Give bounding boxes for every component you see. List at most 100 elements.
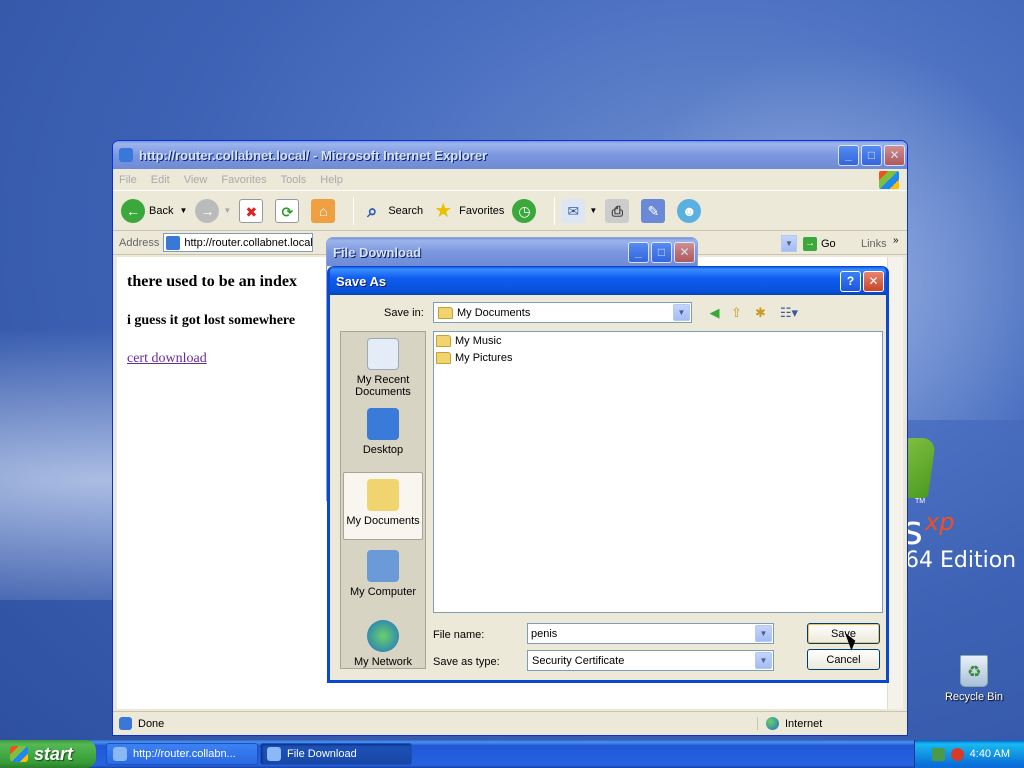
search-button[interactable]: ⌕ Search — [360, 199, 423, 223]
file-list[interactable]: My Music My Pictures — [433, 331, 883, 613]
network-icon[interactable] — [931, 747, 945, 761]
save-in-dropdown[interactable]: My Documents ▼ — [433, 302, 692, 323]
menu-tools[interactable]: Tools — [281, 174, 307, 186]
start-label: start — [34, 743, 74, 764]
messenger-icon: ☻ — [677, 198, 702, 223]
save-as-type-dropdown[interactable]: Security Certificate ▼ — [527, 650, 774, 671]
stop-icon: ✖ — [239, 198, 264, 223]
print-button[interactable]: ⎙ — [605, 198, 633, 223]
list-item[interactable]: My Pictures — [436, 352, 512, 364]
save-as-title: Save As — [336, 273, 387, 289]
recycle-bin-label: Recycle Bin — [944, 691, 1004, 703]
maximize-button[interactable]: □ — [861, 144, 882, 166]
address-dropdown-icon[interactable]: ▼ — [781, 235, 797, 252]
forward-dropdown-icon: ▼ — [223, 206, 232, 215]
file-name-label: File name: — [433, 629, 485, 641]
favorites-button[interactable]: ★ Favorites — [431, 199, 504, 223]
start-button[interactable]: start — [0, 740, 96, 768]
go-label: Go — [821, 238, 836, 250]
taskbar-item-file-download[interactable]: File Download — [260, 743, 412, 765]
edit-button[interactable]: ✎ — [641, 198, 669, 223]
list-item[interactable]: My Music — [436, 335, 501, 347]
back-dropdown-icon[interactable]: ▼ — [179, 206, 187, 215]
menu-help[interactable]: Help — [320, 174, 343, 186]
star-icon: ★ — [434, 199, 453, 222]
place-label: My Computer — [349, 586, 417, 598]
place-recent[interactable]: My Recent Documents — [343, 338, 423, 398]
places-bar: My Recent Documents Desktop My Documents… — [340, 331, 426, 669]
maximize-button[interactable]: □ — [651, 241, 672, 263]
page-heading: there used to be an index — [127, 273, 297, 290]
menu-favorites[interactable]: Favorites — [221, 174, 266, 186]
printer-icon: ⎙ — [605, 198, 630, 223]
file-download-titlebar[interactable]: File Download _ □ ✕ — [327, 238, 697, 266]
cancel-button[interactable]: Cancel — [807, 649, 880, 670]
cert-download-link[interactable]: cert download — [127, 351, 207, 367]
close-button[interactable]: ✕ — [884, 144, 905, 166]
ie-icon — [119, 148, 133, 162]
mail-icon: ✉ — [561, 198, 586, 223]
links-label[interactable]: Links — [861, 238, 887, 250]
forward-button[interactable]: → ▼ — [195, 198, 232, 223]
save-in-label: Save in: — [384, 307, 424, 319]
menu-file[interactable]: File — [119, 174, 137, 186]
search-icon: ⌕ — [367, 200, 378, 221]
chevron-down-icon: ▼ — [755, 652, 772, 669]
taskbar-item-ie[interactable]: http://router.collabn... — [106, 743, 258, 765]
ie-titlebar[interactable]: http://router.collabnet.local/ - Microso… — [113, 141, 907, 169]
security-shield-icon[interactable] — [950, 747, 964, 761]
links-chevron-icon[interactable]: » — [893, 235, 899, 246]
menu-view[interactable]: View — [184, 174, 208, 186]
home-button[interactable]: ⌂ — [311, 198, 339, 223]
stop-button[interactable]: ✖ — [239, 198, 267, 223]
desktop-icon — [367, 408, 399, 440]
back-icon[interactable]: ◀ — [706, 304, 723, 321]
ie-icon — [113, 747, 127, 761]
status-text: Done — [138, 717, 165, 730]
back-button[interactable]: ← Back ▼ — [121, 198, 187, 223]
place-label: Desktop — [362, 444, 404, 456]
place-my-computer[interactable]: My Computer — [343, 550, 423, 598]
vertical-scrollbar[interactable] — [887, 257, 903, 709]
refresh-button[interactable]: ⟳ — [275, 198, 303, 223]
minimize-button[interactable]: _ — [628, 241, 649, 263]
file-name: My Pictures — [455, 352, 513, 364]
place-label: My Recent Documents — [355, 374, 411, 398]
place-desktop[interactable]: Desktop — [343, 408, 423, 456]
up-folder-icon[interactable]: ⇧ — [728, 304, 745, 321]
save-as-titlebar[interactable]: Save As ? ✕ — [330, 267, 886, 295]
go-button[interactable]: → Go — [803, 237, 836, 251]
favorites-label: Favorites — [459, 204, 505, 217]
ie-menubar: File Edit View Favorites Tools Help — [113, 169, 907, 191]
recycle-bin[interactable]: Recycle Bin — [944, 655, 1004, 703]
pictures-folder-icon — [436, 352, 451, 364]
close-button[interactable]: ✕ — [674, 241, 695, 263]
back-arrow-icon: ← — [121, 198, 145, 223]
file-name-value: penis — [531, 627, 558, 640]
my-network-icon — [367, 620, 399, 652]
place-my-documents[interactable]: My Documents — [343, 472, 423, 540]
music-folder-icon — [436, 335, 451, 347]
file-name-input[interactable]: penis ▼ — [527, 623, 774, 644]
ie-icon — [267, 747, 281, 761]
address-input[interactable]: http://router.collabnet.local/ — [163, 233, 314, 252]
messenger-button[interactable]: ☻ — [677, 198, 705, 223]
save-button[interactable]: Save — [807, 623, 880, 644]
chevron-down-icon[interactable]: ▼ — [755, 625, 772, 642]
help-button[interactable]: ? — [840, 270, 861, 292]
views-menu-icon[interactable]: ☷▾ — [776, 304, 802, 321]
brand-text-xp: xp — [925, 508, 955, 536]
close-button[interactable]: ✕ — [863, 270, 884, 292]
place-my-network[interactable]: My Network — [343, 620, 423, 668]
page-done-icon — [119, 717, 132, 730]
new-folder-icon[interactable]: ✱ — [752, 304, 769, 321]
file-name: My Music — [455, 335, 502, 347]
windows-flag-icon — [879, 171, 899, 189]
toolbar-separator — [554, 196, 556, 225]
history-button[interactable]: ◷ — [512, 198, 540, 223]
mail-button[interactable]: ✉ ▼ — [561, 198, 597, 223]
minimize-button[interactable]: _ — [838, 144, 859, 166]
menu-edit[interactable]: Edit — [151, 174, 170, 186]
refresh-icon: ⟳ — [275, 198, 300, 223]
address-value: http://router.collabnet.local/ — [184, 236, 314, 249]
